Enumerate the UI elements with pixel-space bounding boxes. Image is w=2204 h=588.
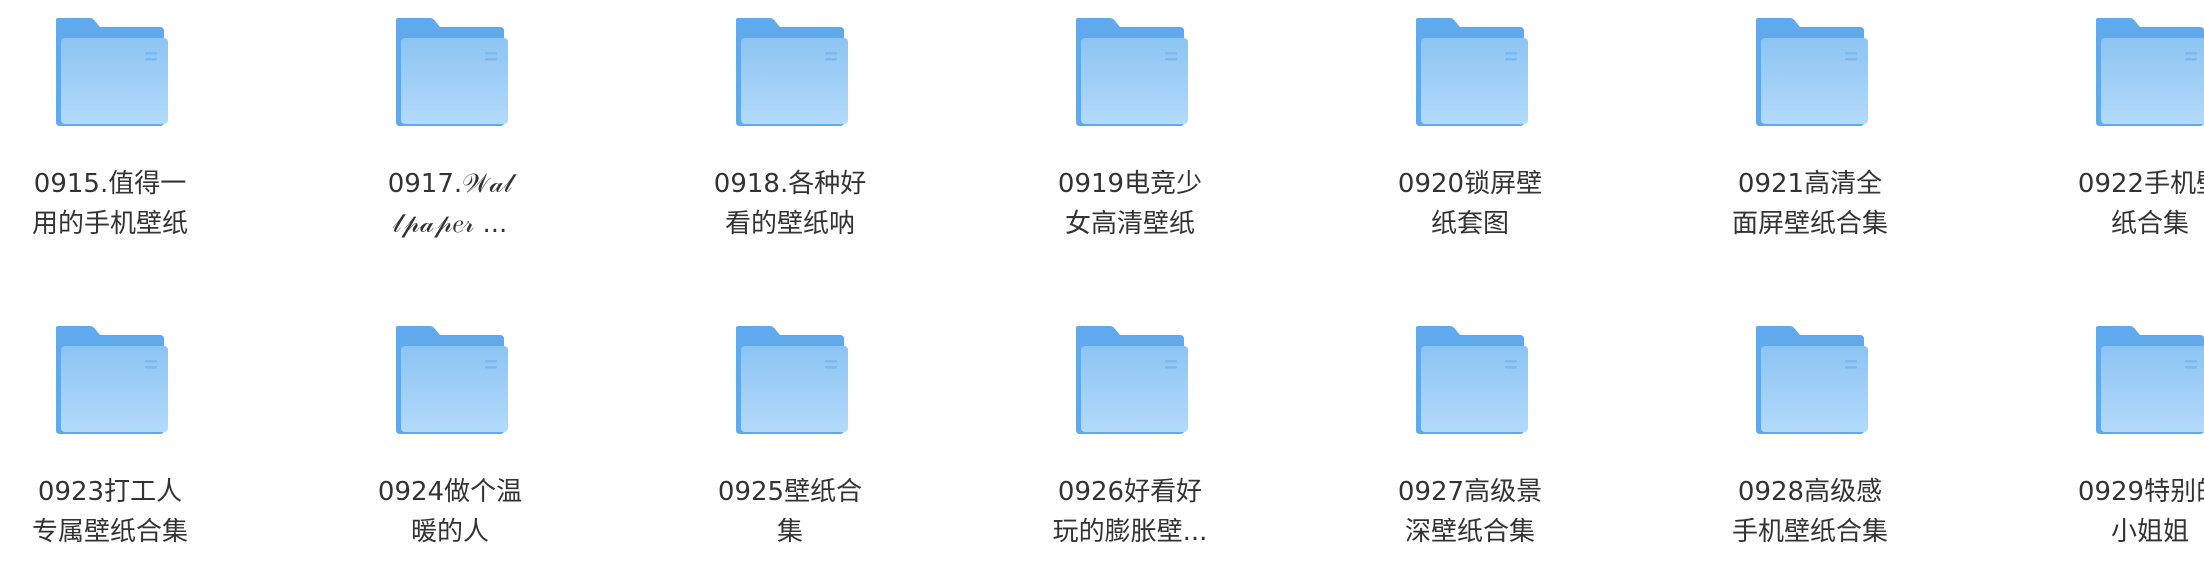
folder-name-line-1: 0915.值得一 (33, 169, 187, 199)
folder-item[interactable]: 0923打工人 专属壁纸合集 (0, 308, 220, 588)
folder-name: 0918.各种好 看的壁纸呐 (680, 164, 900, 244)
folder-icon (390, 324, 510, 438)
folder-name-line-2: 𝓁𝓅𝒶𝓅𝑒𝓇 ... (392, 209, 508, 239)
folder-item[interactable]: 0921高清全 面屏壁纸合集 (1700, 0, 1920, 280)
folder-name: 0924做个温 暖的人 (340, 472, 560, 552)
folder-icon (2090, 16, 2204, 130)
folder-name-line-2: 手机壁纸合集 (1731, 517, 1888, 547)
folder-name: 0926好看好 玩的膨胀壁... (1020, 472, 1240, 552)
folder-name-line-1: 0926好看好 (1057, 477, 1203, 507)
folder-name-line-1: 0929特别的 (2077, 477, 2204, 507)
folder-icon (1750, 324, 1870, 438)
folder-name-line-2: 集 (776, 517, 803, 547)
folder-name-line-1: 0921高清全 (1737, 169, 1883, 199)
folder-name: 0925壁纸合集 (680, 472, 900, 552)
folder-name-line-1: 0928高级感 (1737, 477, 1883, 507)
folder-name-line-1: 0922手机壁 (2077, 169, 2204, 199)
folder-item[interactable]: 0920锁屏壁 纸套图 (1360, 0, 1580, 280)
folder-name: 0920锁屏壁 纸套图 (1360, 164, 1580, 244)
folder-name: 0922手机壁纸合集 (2040, 164, 2204, 244)
folder-item[interactable]: 0929特别的小姐姐 (2040, 308, 2204, 588)
folder-item[interactable]: 0924做个温 暖的人 (340, 308, 560, 588)
folder-name-line-2: 玩的膨胀壁... (1052, 517, 1208, 547)
folder-name: 0927高级景 深壁纸合集 (1360, 472, 1580, 552)
folder-grid: 0915.值得一 用的手机壁纸 0917.𝒲𝒶𝓁 𝓁𝓅𝒶𝓅𝑒𝓇 ... 0918.各种好… (0, 0, 2204, 568)
folder-icon (1070, 16, 1190, 130)
folder-name-line-2: 女高清壁纸 (1064, 209, 1195, 239)
folder-item[interactable]: 0926好看好 玩的膨胀壁... (1020, 308, 1240, 588)
folder-name: 0921高清全 面屏壁纸合集 (1700, 164, 1920, 244)
folder-icon (1750, 16, 1870, 130)
folder-icon (50, 16, 170, 130)
folder-name-line-2: 用的手机壁纸 (31, 209, 188, 239)
folder-name-line-1: 0917.𝒲𝒶𝓁 (387, 169, 513, 199)
folder-icon (1070, 324, 1190, 438)
folder-name-line-2: 纸合集 (2110, 209, 2189, 239)
folder-item[interactable]: 0927高级景 深壁纸合集 (1360, 308, 1580, 588)
folder-item[interactable]: 0918.各种好 看的壁纸呐 (680, 0, 900, 280)
folder-icon (50, 324, 170, 438)
folder-icon (390, 16, 510, 130)
folder-name: 0923打工人 专属壁纸合集 (0, 472, 220, 552)
folder-item[interactable]: 0925壁纸合集 (680, 308, 900, 588)
folder-item[interactable]: 0922手机壁纸合集 (2040, 0, 2204, 280)
folder-name-line-1: 0923打工人 (37, 477, 183, 507)
folder-name: 0919电竞少 女高清壁纸 (1020, 164, 1240, 244)
folder-name-line-2: 看的壁纸呐 (724, 209, 855, 239)
folder-name-line-1: 0927高级景 (1397, 477, 1543, 507)
folder-name-line-2: 深壁纸合集 (1404, 517, 1535, 547)
folder-icon (730, 324, 850, 438)
folder-name-line-2: 暖的人 (410, 517, 489, 547)
folder-item[interactable]: 0915.值得一 用的手机壁纸 (0, 0, 220, 280)
folder-name: 0917.𝒲𝒶𝓁 𝓁𝓅𝒶𝓅𝑒𝓇 ... (340, 164, 560, 244)
folder-name-line-1: 0924做个温 (377, 477, 523, 507)
folder-name: 0915.值得一 用的手机壁纸 (0, 164, 220, 244)
folder-name: 0928高级感 手机壁纸合集 (1700, 472, 1920, 552)
folder-name-line-1: 0918.各种好 (713, 169, 867, 199)
folder-name-line-2: 纸套图 (1430, 209, 1509, 239)
folder-name-line-2: 面屏壁纸合集 (1731, 209, 1888, 239)
folder-item[interactable]: 0917.𝒲𝒶𝓁 𝓁𝓅𝒶𝓅𝑒𝓇 ... (340, 0, 560, 280)
folder-icon (1410, 324, 1530, 438)
folder-name-line-1: 0925壁纸合 (717, 477, 863, 507)
folder-icon (730, 16, 850, 130)
folder-name-line-2: 专属壁纸合集 (31, 517, 188, 547)
folder-icon (2090, 324, 2204, 438)
folder-icon (1410, 16, 1530, 130)
folder-item[interactable]: 0928高级感 手机壁纸合集 (1700, 308, 1920, 588)
folder-name-line-1: 0919电竞少 (1057, 169, 1203, 199)
folder-item[interactable]: 0919电竞少 女高清壁纸 (1020, 0, 1240, 280)
folder-name: 0929特别的小姐姐 (2040, 472, 2204, 552)
folder-name-line-2: 小姐姐 (2110, 517, 2189, 547)
folder-name-line-1: 0920锁屏壁 (1397, 169, 1543, 199)
